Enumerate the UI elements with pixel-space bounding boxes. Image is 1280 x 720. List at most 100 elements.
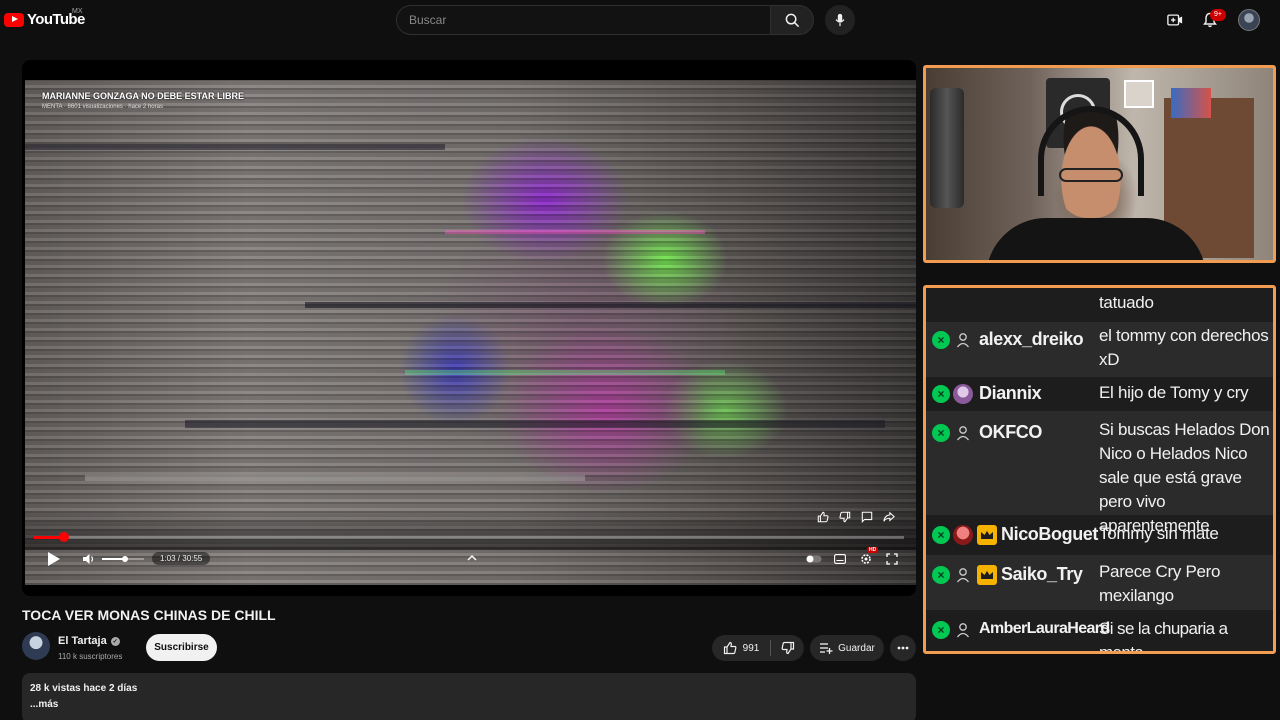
settings-button[interactable]	[858, 552, 874, 566]
chat-username[interactable]: Saiko_Try	[1001, 564, 1083, 585]
dislike-button[interactable]	[771, 635, 804, 661]
search-box	[396, 5, 770, 35]
more-actions-button[interactable]	[890, 635, 916, 661]
chat-message-text: Parece Cry Pero mexilango	[1099, 562, 1221, 605]
crown-icon	[977, 525, 997, 545]
moderator-icon: ×	[932, 385, 950, 403]
channel-name-row[interactable]: El Tartaja ✓	[58, 635, 120, 647]
chat-username[interactable]: AmberLauraHeard	[979, 620, 1110, 638]
video-title: TOCA VER MONAS CHINAS DE CHILL	[22, 607, 276, 623]
settings-icon	[861, 554, 871, 564]
voice-search-button[interactable]	[825, 5, 855, 35]
progress-scrubber[interactable]	[58, 532, 69, 542]
chat-message-text: tatuado	[1099, 293, 1154, 312]
wall-frame	[1124, 80, 1154, 108]
chat-message: × OKFCO Si buscas Helados Don Nico o Hel…	[926, 411, 1273, 535]
chevron-up-icon[interactable]	[466, 552, 478, 564]
moderator-icon: ×	[932, 331, 950, 349]
live-chat-panel: tatuado × alexx_dreiko el tommy con dere…	[923, 285, 1276, 654]
moderator-icon: ×	[932, 526, 950, 544]
video-player[interactable]: MARIANNE GONZAGA NO DEBE ESTAR LIBRE MEN…	[22, 60, 916, 596]
chat-username[interactable]: NicoBoguet	[1001, 524, 1098, 545]
like-icon	[723, 641, 737, 655]
like-count: 991	[742, 642, 760, 654]
youtube-logo[interactable]: YouTube MX	[4, 8, 85, 28]
save-button[interactable]: Guardar	[810, 635, 884, 661]
more-icon	[897, 646, 909, 650]
notifications-badge: 9+	[1210, 9, 1226, 21]
channel-avatar[interactable]	[22, 632, 50, 660]
glitch-band	[25, 144, 445, 150]
chat-message: × NicoBoguet Tommy sin mate	[926, 515, 1273, 555]
glitch-band	[445, 230, 705, 234]
like-icon	[817, 511, 829, 523]
overlay-comments-button[interactable]	[860, 510, 874, 524]
user-icon	[953, 330, 973, 350]
headphones	[1038, 106, 1144, 196]
volume-knob[interactable]	[122, 556, 129, 562]
chat-message: × AmberLauraHeard Si se la chuparia a me…	[926, 610, 1273, 654]
overlay-video-title: MARIANNE GONZAGA NO DEBE ESTAR LIBRE	[42, 91, 245, 101]
toggle-icon	[806, 555, 822, 563]
user-icon	[953, 565, 973, 585]
user-avatar	[953, 384, 973, 404]
create-button[interactable]	[1164, 9, 1186, 31]
mic-icon	[835, 13, 845, 27]
fullscreen-button[interactable]	[884, 552, 900, 566]
user-icon	[953, 620, 973, 640]
chat-username[interactable]: Diannix	[979, 383, 1042, 404]
overlay-video-meta: MENTA · 8601 visualizaciones · hace 2 ho…	[42, 104, 163, 110]
like-button[interactable]: 991	[712, 635, 770, 661]
create-icon	[1167, 14, 1183, 26]
chat-message-text: el tommy con derechos xD	[1099, 326, 1269, 369]
moderator-icon: ×	[932, 621, 950, 639]
play-icon[interactable]	[44, 550, 62, 568]
masthead: YouTube MX 9+	[0, 0, 1280, 40]
comment-icon	[861, 511, 873, 523]
overlay-like-button[interactable]	[816, 510, 830, 524]
country-code: MX	[72, 8, 83, 15]
chat-message: × alexx_dreiko el tommy con derechos xD	[926, 322, 1273, 377]
user-icon	[953, 423, 973, 443]
crown-icon	[977, 565, 997, 585]
share-icon	[883, 511, 895, 522]
search-button[interactable]	[770, 5, 814, 35]
overlay-share-button[interactable]	[882, 510, 896, 524]
chat-username[interactable]: alexx_dreiko	[979, 329, 1084, 350]
subtitles-button[interactable]	[832, 552, 848, 566]
account-avatar[interactable]	[1238, 9, 1260, 31]
video-frame[interactable]	[25, 80, 916, 585]
overlay-dislike-button[interactable]	[838, 510, 852, 524]
progress-bar[interactable]	[34, 532, 904, 542]
glitch-band	[185, 420, 885, 428]
chat-message: × Saiko_Try Parece Cry Pero mexilango	[926, 555, 1273, 610]
dislike-icon	[839, 511, 851, 523]
chat-message-text: El hijo de Tomy y cry	[1099, 383, 1249, 402]
search-input[interactable]	[397, 6, 770, 34]
channel-name[interactable]: El Tartaja	[58, 635, 107, 647]
subscribe-button[interactable]: Suscribirse	[146, 634, 217, 661]
views-and-date: 28 k vistas hace 2 días	[30, 683, 138, 694]
verified-icon: ✓	[110, 636, 120, 646]
description-box[interactable]: 28 k vistas hace 2 días ...más	[22, 673, 916, 720]
autoplay-toggle[interactable]	[806, 552, 822, 566]
show-more-link[interactable]: ...más	[30, 699, 908, 710]
dislike-icon	[781, 641, 794, 655]
volume-icon[interactable]	[82, 552, 96, 566]
chat-message: × Diannix El hijo de Tomy y cry	[926, 377, 1273, 411]
streamer-body	[986, 218, 1206, 260]
like-dislike-group: 991	[712, 635, 804, 661]
volume-slider[interactable]	[102, 556, 144, 562]
microphone-arm	[930, 88, 964, 208]
bottom-shade	[25, 510, 916, 550]
chat-message-text: Si se la chuparia a menta	[1099, 619, 1228, 654]
user-avatar	[953, 525, 973, 545]
youtube-play-icon	[4, 12, 24, 27]
search-icon	[785, 13, 799, 27]
chat-username[interactable]: OKFCO	[979, 422, 1042, 443]
subtitles-icon	[834, 554, 846, 564]
webcam-panel	[923, 65, 1276, 263]
moderator-icon: ×	[932, 424, 950, 442]
overlay-actions	[816, 510, 896, 524]
fullscreen-icon	[886, 553, 898, 565]
